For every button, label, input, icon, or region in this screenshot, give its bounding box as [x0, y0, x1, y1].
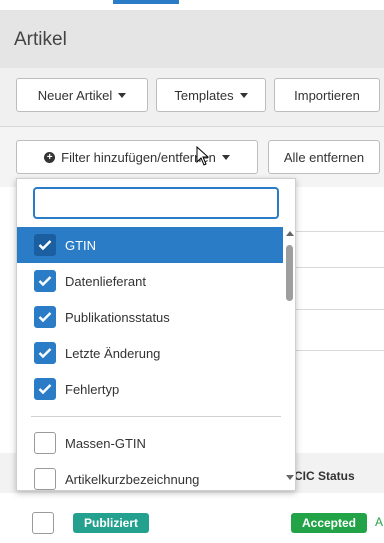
filter-field[interactable]: [296, 231, 384, 267]
checkbox-checked-icon[interactable]: [34, 234, 56, 256]
import-label: Importieren: [294, 87, 360, 103]
truncated-cell-text: A: [375, 515, 384, 529]
remove-all-label: Alle entfernen: [283, 149, 365, 165]
filter-option[interactable]: Letzte Änderung: [17, 335, 283, 371]
checkbox-checked-icon[interactable]: [34, 270, 56, 292]
filter-dropdown: GTIN Datenlieferant Publikationsstatus L…: [16, 178, 296, 491]
filter-field[interactable]: [296, 267, 384, 309]
filter-option-label: Massen-GTIN: [65, 435, 146, 451]
chevron-down-icon: [239, 92, 248, 98]
filter-option-label: GTIN: [65, 237, 97, 253]
active-tab-indicator: [113, 0, 179, 4]
toolbar: Neuer Artikel Templates Importieren: [0, 68, 384, 126]
dropdown-scrollbar[interactable]: [284, 227, 295, 490]
filter-option-label: Publikationsstatus: [65, 309, 170, 325]
filter-option[interactable]: GTIN: [17, 227, 283, 263]
templates-button[interactable]: Templates: [156, 78, 266, 112]
top-bar: [0, 0, 384, 10]
filter-option[interactable]: Fehlertyp: [17, 371, 283, 407]
chevron-down-icon: [118, 92, 127, 98]
scrollbar-thumb[interactable]: [286, 245, 293, 301]
checkbox-unchecked-icon[interactable]: [34, 468, 56, 490]
add-remove-filter-button[interactable]: + Filter hinzufügen/entfernen: [16, 140, 258, 174]
templates-label: Templates: [174, 87, 234, 103]
new-article-label: Neuer Artikel: [37, 87, 113, 103]
filter-search-input[interactable]: [33, 187, 279, 219]
new-article-button[interactable]: Neuer Artikel: [16, 78, 148, 112]
import-button[interactable]: Importieren: [274, 78, 380, 112]
scroll-down-arrow-icon[interactable]: [286, 475, 294, 480]
scroll-up-arrow-icon[interactable]: [286, 231, 294, 236]
checkbox-unchecked-icon[interactable]: [34, 432, 56, 454]
filter-option[interactable]: Publikationsstatus: [17, 299, 283, 335]
page-title: Artikel: [14, 29, 67, 50]
filter-option-label: Fehlertyp: [65, 381, 120, 397]
filter-option-label: Artikelkurzbezeichnung: [65, 471, 200, 487]
filter-option[interactable]: Massen-GTIN: [17, 425, 283, 461]
filter-field[interactable]: [296, 309, 384, 351]
remove-all-button[interactable]: Alle entfernen: [268, 140, 380, 174]
filter-option[interactable]: Datenlieferant: [17, 263, 283, 299]
cic-status-badge: Accepted: [291, 513, 367, 533]
filter-option-label: Letzte Änderung: [65, 345, 161, 361]
add-remove-filter-label: Filter hinzufügen/entfernen: [61, 149, 216, 165]
row-checkbox[interactable]: [32, 512, 54, 534]
publication-status-badge: Publiziert: [73, 513, 149, 533]
options-separator: [31, 416, 281, 417]
checkbox-checked-icon[interactable]: [34, 306, 56, 328]
checkbox-checked-icon[interactable]: [34, 342, 56, 364]
plus-circle-icon: +: [44, 151, 56, 163]
checkbox-checked-icon[interactable]: [34, 378, 56, 400]
filter-option[interactable]: Artikelkurzbezeichnung: [17, 461, 283, 490]
chevron-down-icon: [221, 154, 230, 160]
page-header: Artikel: [0, 10, 384, 68]
filter-option-label: Datenlieferant: [65, 273, 146, 289]
mouse-cursor-icon: [196, 145, 210, 171]
column-header-cic-status[interactable]: CIC Status: [294, 469, 355, 483]
